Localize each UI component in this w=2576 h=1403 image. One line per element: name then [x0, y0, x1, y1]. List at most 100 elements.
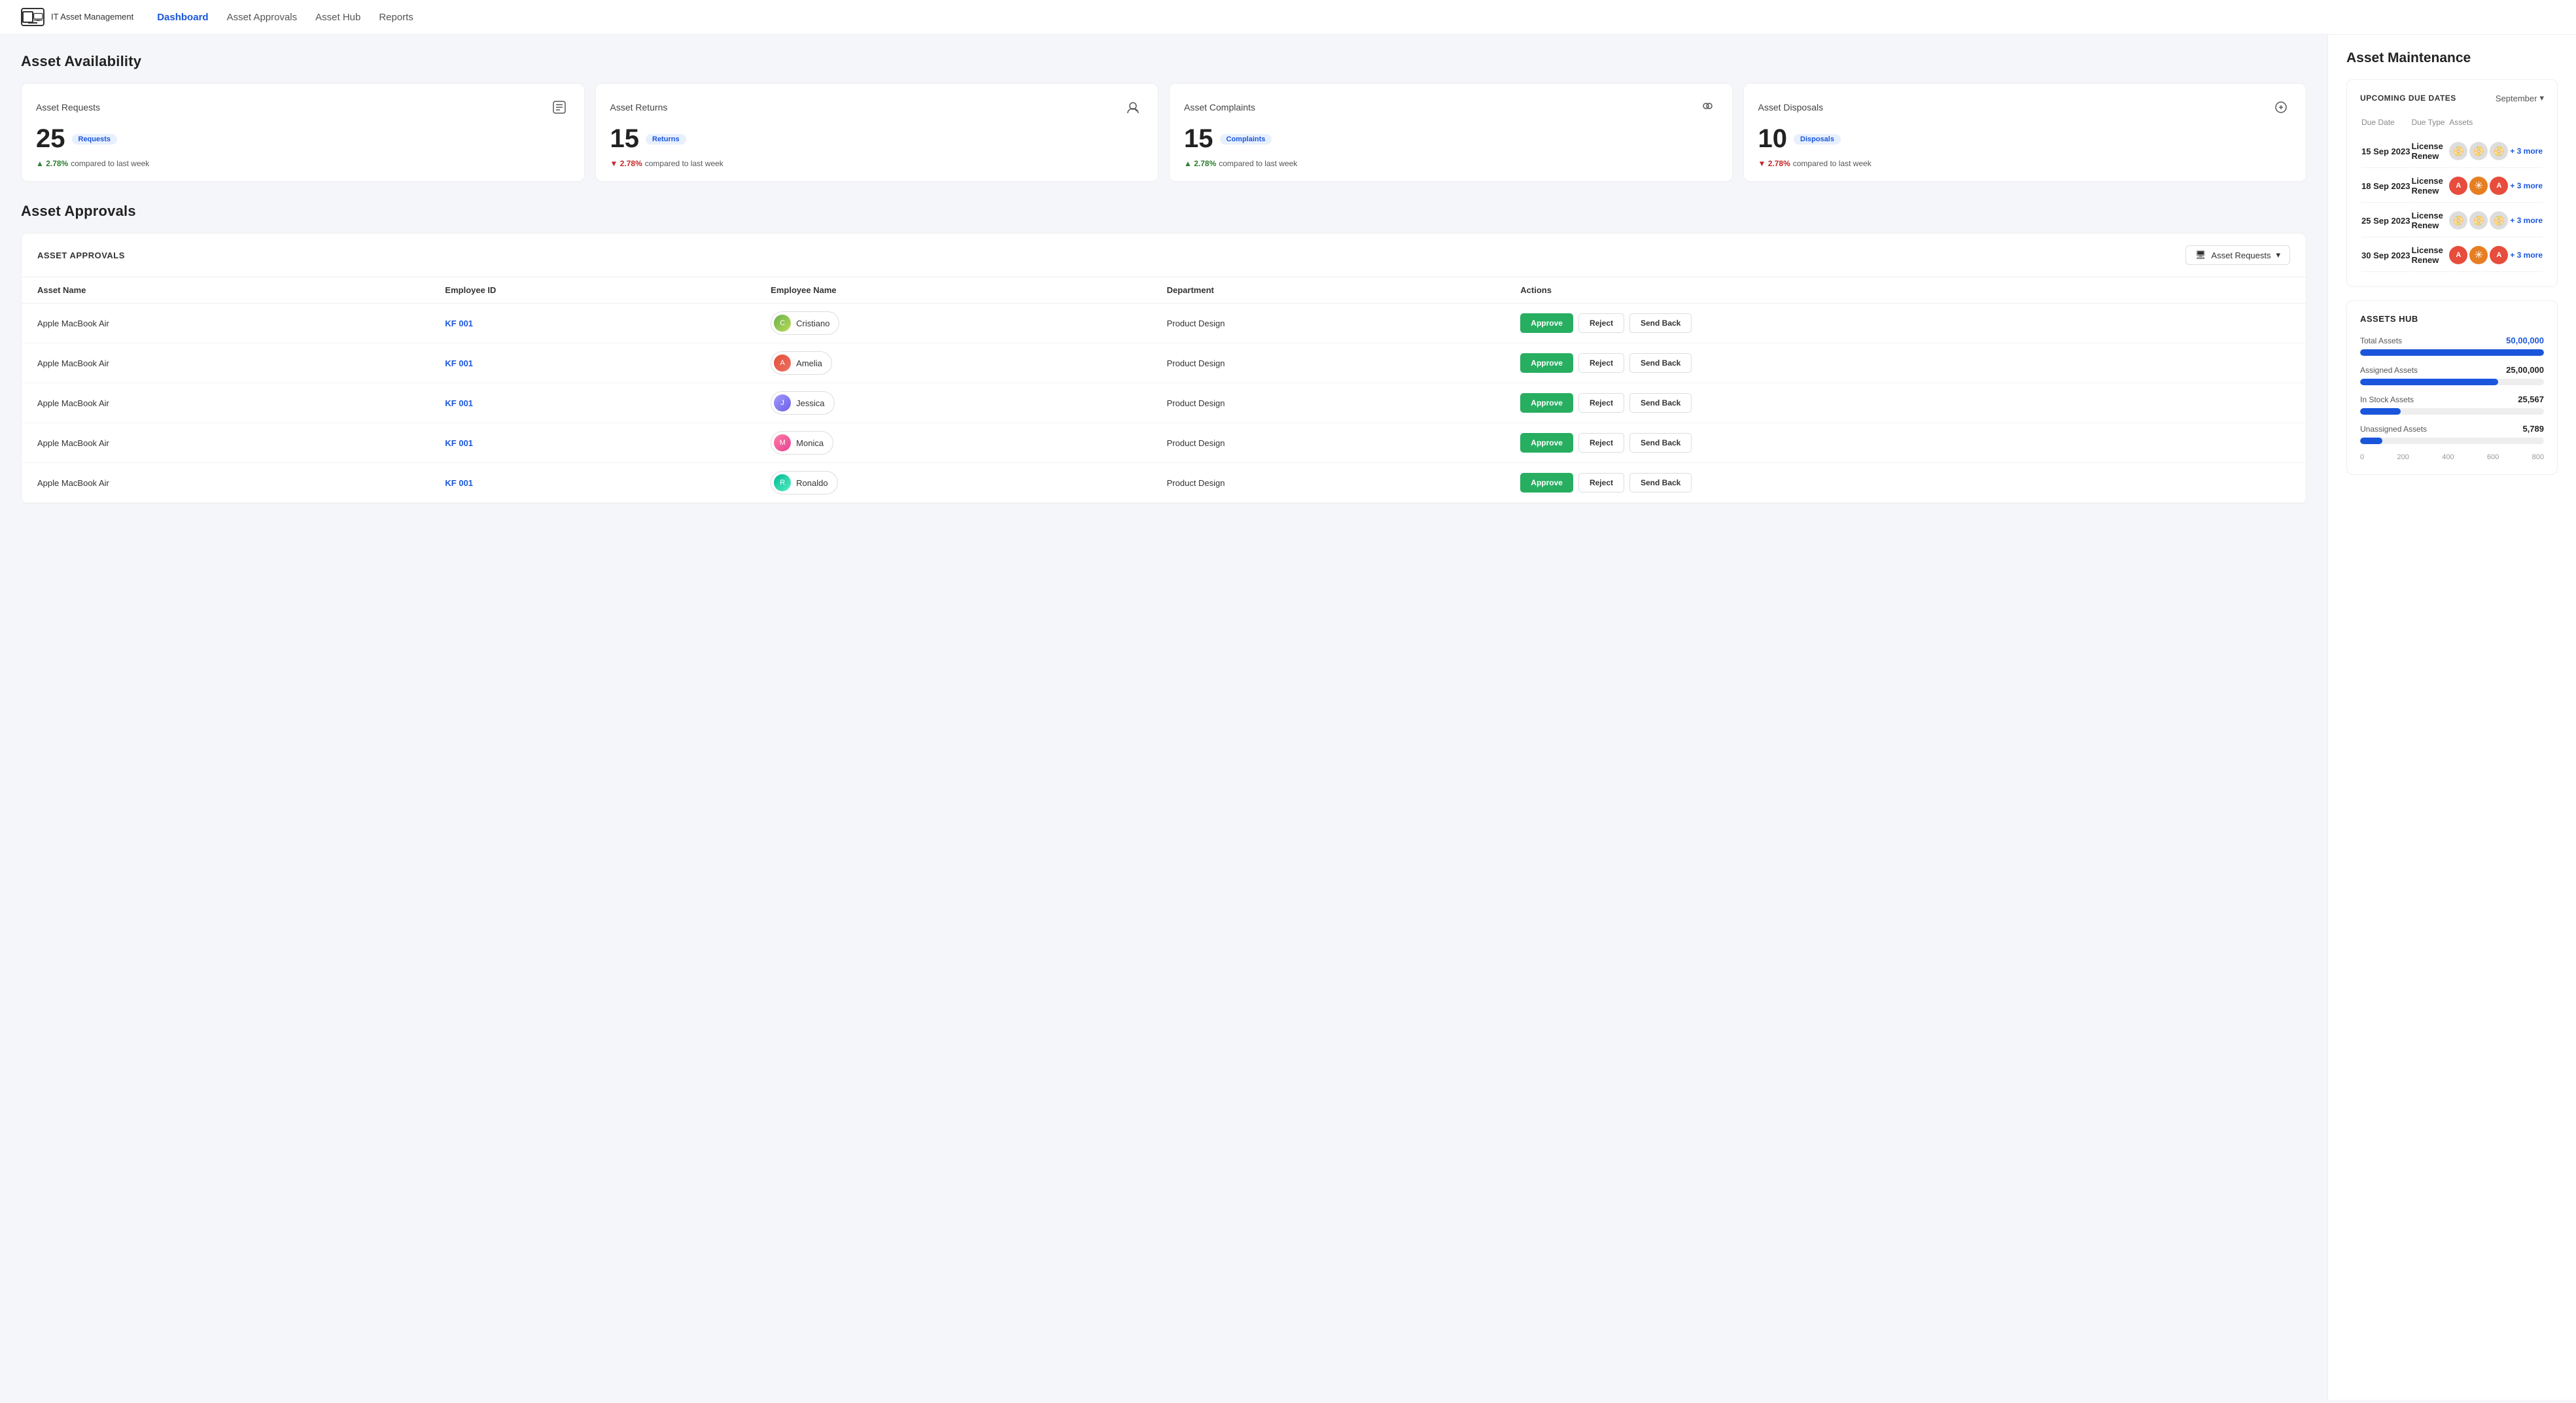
emp-name: A Amelia — [755, 343, 1151, 383]
nav-link-dashboard[interactable]: Dashboard — [157, 12, 208, 23]
sendback-button[interactable]: Send Back — [1629, 473, 1692, 493]
stat-number: 10 Disposals — [1758, 124, 2292, 154]
actions: Approve Reject Send Back — [1505, 303, 2306, 343]
emp-name-chip: A Amelia — [771, 351, 832, 375]
reject-button[interactable]: Reject — [1578, 313, 1624, 333]
stat-badge: Requests — [72, 134, 118, 145]
change-value: ▲ 2.78% — [36, 159, 68, 168]
emp-name: R Ronaldo — [755, 463, 1151, 503]
emp-name-chip: J Jessica — [771, 391, 834, 415]
approve-button[interactable]: Approve — [1520, 433, 1573, 453]
axis-label: 400 — [2442, 453, 2454, 461]
maintenance-section-title: Asset Maintenance — [2346, 50, 2558, 66]
table-row: Apple MacBook Air KF 001 J Jessica Produ… — [22, 383, 2306, 423]
change-value: ▼ 2.78% — [610, 159, 642, 168]
reject-button[interactable]: Reject — [1578, 433, 1624, 453]
approvals-section: ASSET APPROVALS 🖥 Asset Requests ▾ Asset… — [21, 233, 2306, 504]
asset-more: + 3 more — [2510, 181, 2543, 190]
emp-name-label: Cristiano — [796, 319, 829, 328]
hub-row-header: Total Assets 50,00,000 — [2360, 336, 2544, 345]
availability-title: Asset Availability — [21, 53, 2306, 70]
due-date-row: 18 Sep 2023 License Renew A✳A+ 3 more — [2361, 169, 2543, 203]
due-date-row: 25 Sep 2023 License Renew 📀📀📀+ 3 more — [2361, 204, 2543, 237]
approvals-filter-button[interactable]: 🖥 Asset Requests ▾ — [2185, 245, 2290, 265]
stat-card-asset-disposals: Asset Disposals 10 Disposals ▼ 2.78% com… — [1743, 83, 2307, 182]
emp-name: C Cristiano — [755, 303, 1151, 343]
maintenance-card-title: UPCOMING DUE DATES — [2360, 94, 2456, 103]
actions: Approve Reject Send Back — [1505, 463, 2306, 503]
asset-more: + 3 more — [2510, 251, 2543, 260]
sendback-button[interactable]: Send Back — [1629, 353, 1692, 373]
stat-badge: Returns — [646, 134, 686, 145]
stat-icon — [1697, 97, 1718, 118]
hub-bar-fill — [2360, 379, 2498, 385]
month-selector[interactable]: September ▾ — [2496, 93, 2544, 103]
table-row: Apple MacBook Air KF 001 C Cristiano Pro… — [22, 303, 2306, 343]
due-date: 15 Sep 2023 — [2361, 135, 2410, 168]
stat-card-header: Asset Returns — [610, 97, 1144, 118]
approvals-section-title: Asset Approvals — [21, 203, 2306, 220]
hub-bar-fill — [2360, 438, 2382, 444]
nav-link-reports[interactable]: Reports — [379, 12, 413, 23]
change-label: compared to last week — [1793, 159, 1871, 168]
emp-name-label: Amelia — [796, 358, 822, 368]
avatar: A — [774, 355, 791, 372]
asset-name: Apple MacBook Air — [22, 423, 429, 463]
hub-bar-track — [2360, 408, 2544, 415]
approve-button[interactable]: Approve — [1520, 393, 1573, 413]
nav-link-hub[interactable]: Asset Hub — [315, 12, 360, 23]
asset-name: Apple MacBook Air — [22, 383, 429, 423]
hub-bar-fill — [2360, 349, 2544, 356]
maintenance-card: UPCOMING DUE DATES September ▾ Due DateD… — [2346, 79, 2558, 287]
stat-cards: Asset Requests 25 Requests ▲ 2.78% compa… — [21, 83, 2306, 182]
axis-label: 200 — [2397, 453, 2409, 461]
action-buttons: Approve Reject Send Back — [1520, 473, 2290, 493]
sendback-button[interactable]: Send Back — [1629, 313, 1692, 333]
stat-card-header: Asset Disposals — [1758, 97, 2292, 118]
dept: Product Design — [1151, 463, 1505, 503]
asset-name: Apple MacBook Air — [22, 463, 429, 503]
asset-icon-red: A — [2449, 177, 2467, 195]
approve-button[interactable]: Approve — [1520, 353, 1573, 373]
due-assets: A✳A+ 3 more — [2449, 239, 2543, 272]
stat-card-title: Asset Disposals — [1758, 102, 1824, 113]
reject-button[interactable]: Reject — [1578, 473, 1624, 493]
approve-button[interactable]: Approve — [1520, 473, 1573, 493]
assets-hub-card: ASSETS HUB Total Assets 50,00,000 Assign… — [2346, 300, 2558, 475]
axis-label: 800 — [2532, 453, 2544, 461]
action-buttons: Approve Reject Send Back — [1520, 313, 2290, 333]
emp-name-chip: R Ronaldo — [771, 471, 837, 494]
brand-name: IT Asset Management — [51, 12, 133, 23]
hub-row-value: 5,789 — [2522, 424, 2544, 434]
dept: Product Design — [1151, 423, 1505, 463]
maintenance-header: UPCOMING DUE DATES September ▾ — [2360, 93, 2544, 103]
avatar: R — [774, 474, 791, 491]
emp-name-label: Jessica — [796, 398, 824, 408]
axis-label: 600 — [2487, 453, 2499, 461]
stat-card-title: Asset Returns — [610, 102, 668, 113]
reject-button[interactable]: Reject — [1578, 353, 1624, 373]
asset-icons: 📀📀📀+ 3 more — [2449, 142, 2543, 160]
stat-card-asset-returns: Asset Returns 15 Returns ▼ 2.78% compare… — [595, 83, 1159, 182]
hub-row-label: Unassigned Assets — [2360, 424, 2427, 434]
emp-name-label: Ronaldo — [796, 478, 827, 488]
table-row: Apple MacBook Air KF 001 R Ronaldo Produ… — [22, 463, 2306, 503]
approvals-header: ASSET APPROVALS 🖥 Asset Requests ▾ — [22, 234, 2306, 277]
reject-button[interactable]: Reject — [1578, 393, 1624, 413]
hub-bar-track — [2360, 379, 2544, 385]
actions: Approve Reject Send Back — [1505, 383, 2306, 423]
approve-button[interactable]: Approve — [1520, 313, 1573, 333]
sendback-button[interactable]: Send Back — [1629, 393, 1692, 413]
emp-name: M Monica — [755, 423, 1151, 463]
nav-link-approvals[interactable]: Asset Approvals — [227, 12, 298, 23]
hub-row-value: 50,00,000 — [2506, 336, 2544, 345]
dept: Product Design — [1151, 383, 1505, 423]
filter-label: Asset Requests — [2211, 251, 2271, 260]
col-employee-name: Employee Name — [755, 277, 1151, 303]
asset-icon-red: A — [2490, 246, 2508, 264]
hub-row: In Stock Assets 25,567 — [2360, 394, 2544, 415]
stat-number: 15 Returns — [610, 124, 1144, 154]
stat-badge: Complaints — [1220, 134, 1272, 145]
col-asset-name: Asset Name — [22, 277, 429, 303]
sendback-button[interactable]: Send Back — [1629, 433, 1692, 453]
